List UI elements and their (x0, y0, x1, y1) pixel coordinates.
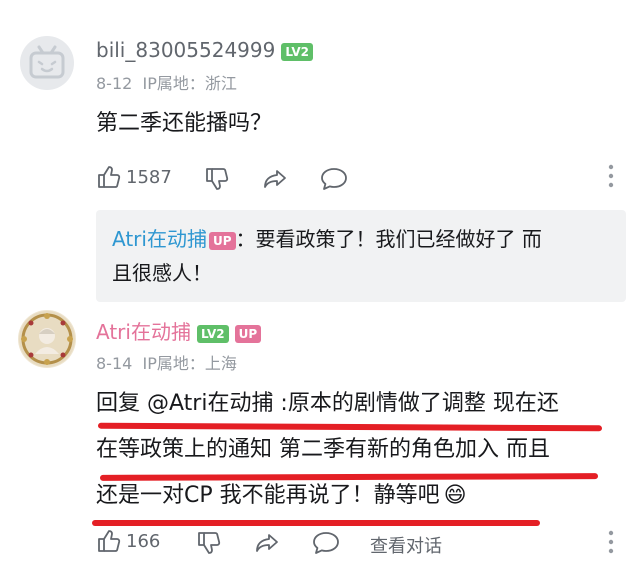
reply-preview-text: Atri在动捕 UP ：要看政策了！我们已经做好了 而 且很感人！ (112, 227, 542, 285)
bilibili-tv-avatar-icon (29, 45, 65, 79)
more-options-icon[interactable] (608, 164, 614, 188)
username[interactable]: Atri在动捕 LV2 UP (96, 316, 262, 345)
comment-text: 回复 @Atri在动捕 :原本的剧情做了调整 现在还 在等政策上的通知 第二季有… (96, 391, 559, 508)
dislike-button[interactable] (204, 166, 230, 192)
up-badge: UP (208, 231, 236, 250)
ip-location: IP属地：浙江 (142, 74, 237, 93)
more-options-icon[interactable] (608, 530, 614, 554)
reply-author-link[interactable]: Atri在动捕 (112, 227, 207, 251)
comment-meta: 8-12 IP属地：浙江 (96, 70, 237, 94)
ip-location: IP属地：上海 (142, 354, 237, 373)
view-conversation-link[interactable]: 查看对话 (370, 532, 442, 558)
like-button[interactable]: 1587 (96, 164, 172, 190)
like-button[interactable]: 166 (96, 528, 160, 554)
level-badge: LV2 (281, 42, 313, 61)
comment-bubble-icon (313, 532, 339, 554)
thumbs-down-icon (206, 168, 229, 190)
red-underline (92, 520, 540, 526)
share-icon (264, 170, 286, 188)
comment-text: 第二季还能播吗？ (96, 111, 273, 136)
comment-bubble-icon (321, 168, 347, 190)
thumbs-up-icon (98, 530, 121, 552)
share-button[interactable] (262, 166, 288, 192)
dislike-button[interactable] (196, 530, 222, 556)
share-button[interactable] (254, 530, 280, 556)
reply-button[interactable] (312, 530, 340, 556)
like-count: 1587 (126, 166, 172, 188)
like-count: 166 (126, 530, 161, 552)
reply-button[interactable] (320, 166, 348, 192)
thumbs-up-icon (98, 166, 121, 188)
username[interactable]: bili_83005524999 LV2 (96, 38, 313, 62)
anime-character-avatar-icon (19, 311, 75, 367)
level-badge: LV2 (196, 324, 229, 343)
up-badge: UP (234, 324, 262, 343)
thumbs-down-icon (198, 532, 221, 554)
avatar[interactable] (20, 36, 74, 90)
share-icon (256, 534, 278, 552)
comment-meta: 8-14 IP属地：上海 (96, 350, 237, 374)
grin-emoji-icon: 😄 (443, 483, 467, 508)
comment-date: 8-14 (96, 354, 133, 373)
avatar[interactable] (18, 310, 76, 368)
comment-date: 8-12 (96, 74, 133, 93)
